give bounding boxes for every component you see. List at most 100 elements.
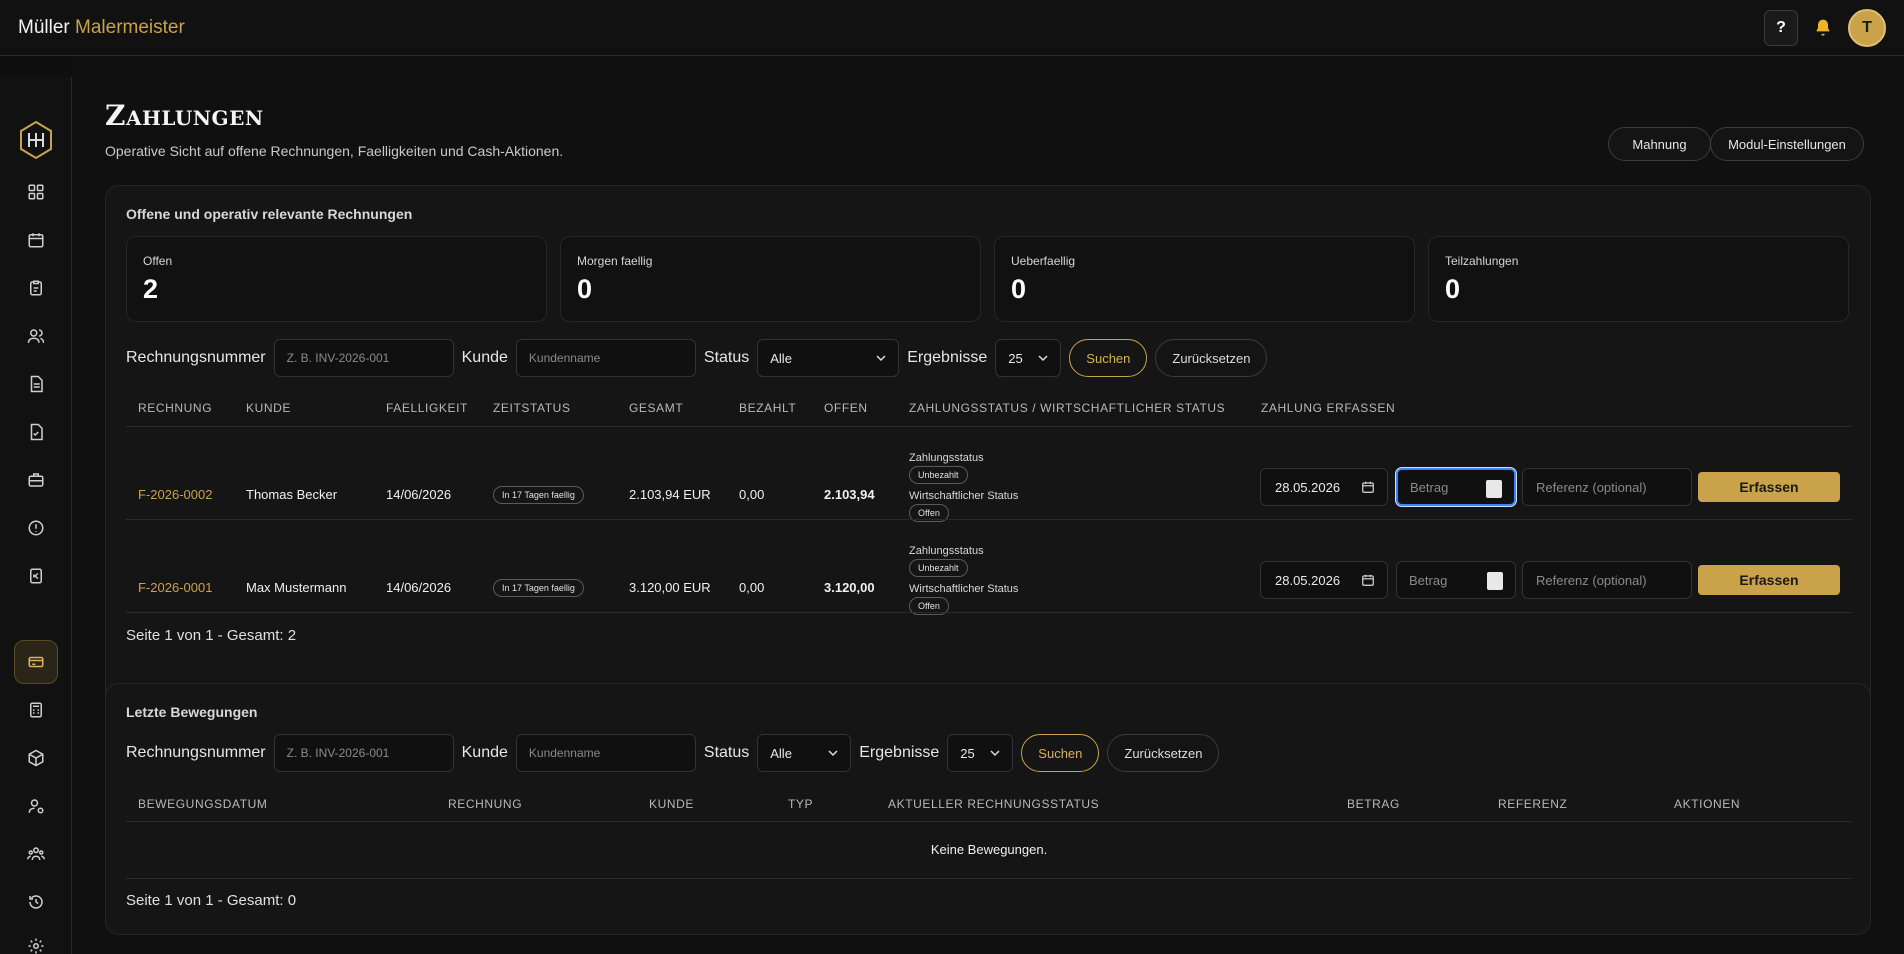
amount-input[interactable]: Betrag [1396,468,1516,506]
payment-status-badge: Unbezahlt [909,466,968,484]
reference-input[interactable]: Referenz (optional) [1522,561,1692,599]
amount-input[interactable]: Betrag [1396,561,1516,599]
reset-button[interactable]: Zurücksetzen [1155,339,1268,377]
sidebar-item-projects[interactable] [14,458,58,502]
search-button[interactable]: Suchen [1069,339,1148,377]
bell-icon[interactable] [1810,10,1836,46]
sidebar-item-user-settings[interactable] [14,784,58,828]
status-label: Status [703,349,750,366]
stepper-icon[interactable] [1486,480,1502,498]
chevron-down-icon [876,355,886,362]
payment-status-label: Zahlungsstatus [909,452,984,464]
stat-label: Morgen faellig [577,254,653,268]
main-content: Zahlungen Operative Sicht auf offene Rec… [72,57,1904,954]
col-actions: Aktionen [1674,797,1741,811]
amount-placeholder: Betrag [1410,479,1449,495]
sidebar-item-dashboard[interactable] [14,170,58,214]
payment-date-input[interactable]: 28.05.2026 [1260,561,1388,599]
customer-label: Kunde [461,349,508,366]
chevron-down-icon [828,750,838,757]
sidebar-item-settings[interactable] [14,924,58,954]
results-select[interactable]: 25 [947,734,1014,772]
stepper-icon[interactable] [1487,572,1503,590]
customer-cell: Max Mustermann [246,580,347,595]
col-record-payment: Zahlung erfassen [1261,401,1396,415]
history-icon [29,895,43,909]
results-select-value: 25 [960,745,975,761]
customer-input[interactable]: Kundenname [515,339,696,377]
due-cell: 14/06/2026 [386,487,452,502]
col-reference: Referenz [1498,797,1568,811]
customer-input[interactable]: Kundenname [515,734,696,772]
record-payment-button[interactable]: Erfassen [1698,565,1840,595]
results-select-value: 25 [1008,350,1023,366]
users-icon [27,329,45,343]
open-cell: 3.120,00 [824,580,875,595]
invoice-link[interactable]: F-2026-0002 [138,487,212,502]
calculator-icon [30,702,42,718]
divider [126,821,1852,822]
invoice-number-input[interactable]: Z. B. INV-2026-001 [273,339,454,377]
payment-status-label: Zahlungsstatus [909,545,984,557]
col-customer: Kunde [246,401,292,415]
record-payment-button[interactable]: Erfassen [1698,472,1840,502]
sidebar-item-calculator[interactable] [14,688,58,732]
avatar[interactable]: T [1848,9,1886,47]
logo-icon[interactable] [18,120,54,160]
sidebar-item-payments[interactable] [14,640,58,684]
help-button[interactable]: ? [1764,10,1798,46]
payment-date-value: 28.05.2026 [1275,572,1341,588]
calendar-icon [1362,574,1374,586]
invoice-number-input[interactable]: Z. B. INV-2026-001 [273,734,454,772]
stat-value: 2 [143,274,159,304]
status-select[interactable]: Alle [757,339,900,377]
chevron-down-icon [990,750,1000,757]
divider [126,519,1852,520]
invoice-link[interactable]: F-2026-0001 [138,580,212,595]
sidebar-item-documents[interactable] [14,362,58,406]
due-cell: 14/06/2026 [386,580,452,595]
sidebar-item-finance[interactable] [14,554,58,598]
payment-date-value: 28.05.2026 [1275,479,1341,495]
invoice-number-label: Rechnungsnummer [126,744,266,761]
dunning-button[interactable]: Mahnung [1608,127,1711,161]
sidebar-item-alerts[interactable] [14,506,58,550]
status-select-value: Alle [770,350,792,366]
sidebar-item-customers[interactable] [14,314,58,358]
movements-panel: Letzte Bewegungen Rechnungsnummer Z. B. … [105,683,1871,935]
sidebar-item-history[interactable] [14,880,58,924]
sidebar-item-tasks[interactable] [14,266,58,310]
col-amount: Betrag [1347,797,1400,811]
col-due: Faelligkeit [386,401,468,415]
reference-input[interactable]: Referenz (optional) [1522,468,1692,506]
open-invoices-title: Offene und operativ relevante Rechnungen [126,206,413,222]
paid-cell: 0,00 [739,580,765,595]
time-status-badge: In 17 Tagen faellig [493,486,584,504]
status-select-value: Alle [770,745,792,761]
search-button[interactable]: Suchen [1021,734,1100,772]
sidebar-item-invoices[interactable] [14,410,58,454]
module-settings-button[interactable]: Modul-Einstellungen [1710,127,1864,161]
sidebar-item-inventory[interactable] [14,736,58,780]
stat-label: Offen [143,254,173,268]
sidebar-item-team[interactable] [14,832,58,876]
payments-icon [28,656,44,668]
status-select[interactable]: Alle [757,734,852,772]
stat-label: Teilzahlungen [1445,254,1519,268]
divider [126,612,1852,613]
sidebar-item-calendar[interactable] [14,218,58,262]
box-icon [28,749,44,767]
reset-button[interactable]: Zurücksetzen [1107,734,1220,772]
payment-date-input[interactable]: 28.05.2026 [1260,468,1388,506]
chevron-down-icon [1038,355,1048,362]
pagination-info: Seite 1 von 1 - Gesamt: 2 [126,627,297,644]
results-select[interactable]: 25 [995,339,1062,377]
page-subtitle: Operative Sicht auf offene Rechnungen, F… [105,143,564,159]
pagination-info: Seite 1 von 1 - Gesamt: 0 [126,892,297,909]
col-type: Typ [788,797,814,811]
brand[interactable]: Müller Malermeister [18,17,185,39]
col-customer: Kunde [649,797,695,811]
stat-card-overdue: Ueberfaellig 0 [994,236,1415,322]
stat-label: Ueberfaellig [1011,254,1076,268]
stat-value: 0 [1011,274,1027,304]
